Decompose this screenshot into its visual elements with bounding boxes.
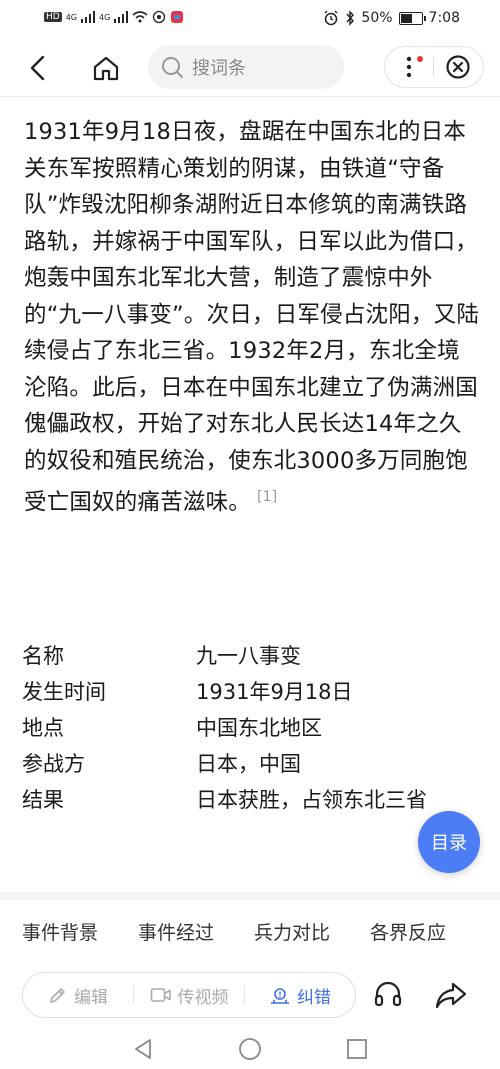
home-icon <box>93 56 119 81</box>
signal-label-1: 4G <box>65 12 77 22</box>
battery-icon <box>398 11 426 25</box>
listen-button[interactable] <box>372 978 404 1010</box>
battery-percent: 50% <box>361 10 393 26</box>
info-key: 地点 <box>22 716 64 740</box>
info-value: 日本获胜，占领东北三省 <box>196 788 427 812</box>
video-label: 传视频 <box>177 987 229 1008</box>
more-button[interactable] <box>385 47 433 87</box>
share-arrow-icon <box>435 982 467 1009</box>
info-key: 参战方 <box>22 752 85 776</box>
signal-icon <box>81 11 95 23</box>
tab-forces[interactable]: 兵力对比 <box>254 918 330 945</box>
search-input[interactable]: 搜词条 <box>148 45 344 89</box>
app-notification-icon <box>171 11 184 23</box>
tool-pill: 编辑 传视频 纠错 <box>22 972 356 1018</box>
info-key: 结果 <box>22 788 64 812</box>
status-time: 7:08 <box>428 10 460 26</box>
action-group <box>384 46 484 88</box>
close-circle-icon <box>446 55 470 79</box>
upload-video-button[interactable]: 传视频 <box>134 983 244 1008</box>
signal-icon-2 <box>114 11 129 23</box>
report-error-button[interactable]: 纠错 <box>245 983 355 1008</box>
info-row: 发生时间 1931年9月18日 <box>22 674 482 710</box>
system-home-button[interactable] <box>237 1036 263 1062</box>
hotspot-icon <box>153 10 166 24</box>
system-recents-button[interactable] <box>344 1036 370 1062</box>
tab-reactions[interactable]: 各界反应 <box>370 918 446 945</box>
bottom-toolbar: 编辑 传视频 纠错 <box>0 964 500 1026</box>
nav-divider <box>0 96 500 97</box>
video-camera-icon <box>150 988 171 1002</box>
signal-label-2: 4G <box>99 12 111 22</box>
triangle-back-icon <box>135 1039 151 1059</box>
status-left: HD 4G 4G <box>44 10 184 24</box>
headphones-icon <box>374 981 402 1007</box>
home-button[interactable] <box>88 50 124 86</box>
edit-label: 编辑 <box>74 987 108 1008</box>
error-report-icon <box>271 988 289 1004</box>
correct-label: 纠错 <box>297 987 331 1008</box>
section-tabs: 事件背景 事件经过 兵力对比 各界反应 <box>0 918 500 954</box>
pencil-icon <box>50 988 65 1003</box>
info-value: 九一八事变 <box>196 644 301 668</box>
info-table: 名称 九一八事变 发生时间 1931年9月18日 地点 中国东北地区 参战方 日… <box>22 638 482 818</box>
info-key: 名称 <box>22 644 64 668</box>
battery-fill <box>400 13 412 23</box>
info-value: 日本，中国 <box>196 752 301 776</box>
article-text: 1931年9月18日夜，盘踞在中国东北的日本关东军按照精心策划的阴谋，由铁道“守… <box>24 119 480 516</box>
system-nav-bar <box>0 1028 500 1069</box>
hd-badge: HD <box>44 12 62 22</box>
more-vertical-icon <box>406 56 412 78</box>
citation-link[interactable]: [1] <box>257 489 277 505</box>
info-key: 发生时间 <box>22 680 106 704</box>
info-row: 参战方 日本，中国 <box>22 746 482 782</box>
search-placeholder: 搜词条 <box>192 58 246 79</box>
toc-button[interactable]: 目录 <box>418 811 480 873</box>
section-separator <box>0 892 500 900</box>
search-icon <box>162 57 183 78</box>
share-button[interactable] <box>434 978 468 1012</box>
article-paragraph: 1931年9月18日夜，盘踞在中国东北的日本关东军按照精心策划的阴谋，由铁道“守… <box>24 114 480 521</box>
info-row: 名称 九一八事变 <box>22 638 482 674</box>
tab-background[interactable]: 事件背景 <box>22 918 98 945</box>
info-row: 结果 日本获胜，占领东北三省 <box>22 782 482 818</box>
square-recents-icon <box>347 1039 367 1059</box>
wifi-icon <box>132 11 148 23</box>
info-value: 1931年9月18日 <box>196 680 353 704</box>
info-value: 中国东北地区 <box>196 716 322 740</box>
edit-button[interactable]: 编辑 <box>23 983 133 1008</box>
bluetooth-icon <box>346 10 355 26</box>
status-bar: HD 4G 4G 50% 7:08 <box>0 0 500 40</box>
alarm-icon <box>324 10 338 26</box>
system-back-button[interactable] <box>130 1036 156 1062</box>
back-button[interactable] <box>20 50 56 86</box>
circle-home-icon <box>239 1038 261 1060</box>
tab-process[interactable]: 事件经过 <box>138 918 214 945</box>
close-button[interactable] <box>434 47 482 87</box>
notification-dot <box>417 56 423 62</box>
nav-bar: 搜词条 <box>0 40 500 95</box>
info-row: 地点 中国东北地区 <box>22 710 482 746</box>
status-right: 50% 7:08 <box>323 10 460 26</box>
back-arrow-icon <box>30 55 45 81</box>
